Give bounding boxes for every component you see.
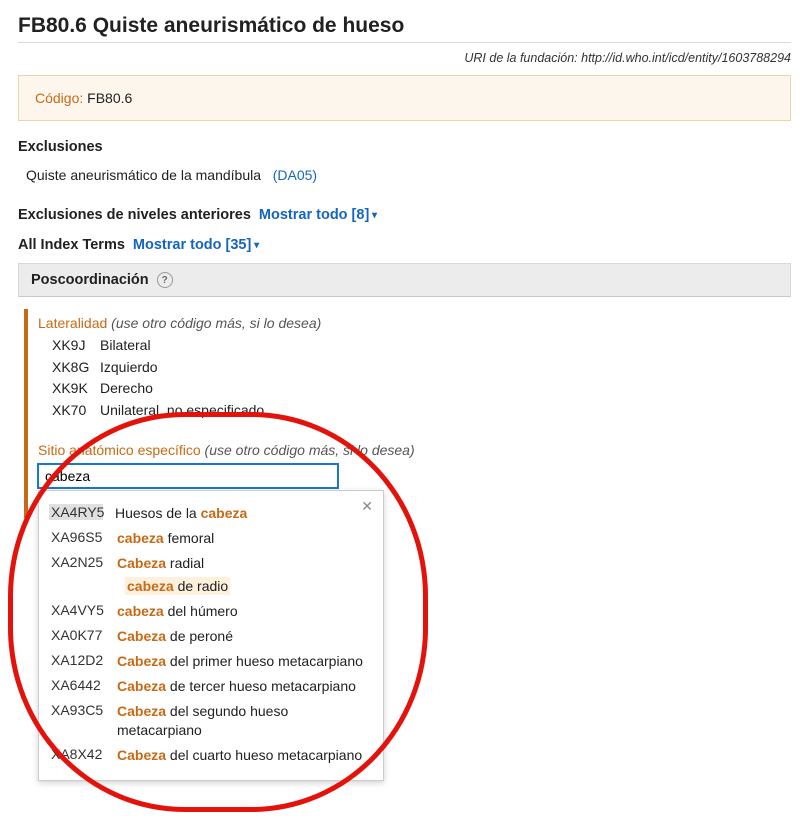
index-terms-showall-link[interactable]: Mostrar todo [35] [133, 237, 259, 253]
dropdown-item[interactable]: XA12D2 Cabeza del primer hueso metacarpia… [49, 649, 373, 674]
laterality-title: Lateralidad [38, 315, 107, 331]
code-box: Código: FB80.6 [18, 75, 791, 121]
laterality-code: XK8G [52, 357, 100, 379]
exclusions-heading: Exclusiones [18, 139, 791, 155]
site-search-dropdown: ✕ XA4RY5 Huesos de la cabeza XA96S5 cabeza … [38, 490, 384, 781]
dropdown-item[interactable]: XA4RY5 Huesos de la cabeza [49, 501, 373, 526]
laterality-section: Lateralidad (use otro código más, si lo … [38, 315, 791, 422]
dropdown-item-code: XA2N25 [51, 554, 105, 570]
dropdown-item[interactable]: XA8X42 Cabeza del cuarto hueso metacarpia… [49, 743, 373, 768]
laterality-label: Unilateral, no especificado [100, 402, 264, 418]
uri-value: http://id.who.int/icd/entity/1603788294 [581, 51, 791, 65]
laterality-item[interactable]: XK9KDerecho [52, 378, 791, 400]
dropdown-item[interactable]: XA6442 Cabeza de tercer hueso metacarpian… [49, 674, 373, 699]
site-title: Sitio anatómico específico [38, 442, 201, 458]
uri-label: URI de la fundación: [464, 51, 577, 65]
exclusion-text: Quiste aneurismático de la mandíbula [26, 167, 261, 183]
dropdown-item-code: XA93C5 [51, 702, 105, 718]
dropdown-item-label: Cabeza de peroné [117, 627, 371, 646]
dropdown-item[interactable]: XA93C5 Cabeza del segundo hueso metacarpi… [49, 699, 373, 743]
index-terms-heading-row: All Index Terms Mostrar todo [35] [18, 237, 791, 253]
site-hint: (use otro código más, si lo desea) [205, 442, 415, 458]
prior-exclusions-heading: Exclusiones de niveles anteriores [18, 207, 251, 223]
dropdown-item-label: Cabeza radial [117, 554, 371, 573]
laterality-code: XK9K [52, 378, 100, 400]
laterality-item[interactable]: XK70Unilateral, no especificado [52, 400, 791, 422]
dropdown-item[interactable]: XA0K77 Cabeza de peroné [49, 624, 373, 649]
dropdown-item[interactable]: XA96S5 cabeza femoral [49, 526, 373, 551]
exclusion-link[interactable]: (DA05) [273, 167, 317, 183]
dropdown-item-code: XA6442 [51, 677, 105, 693]
laterality-item[interactable]: XK9JBilateral [52, 335, 791, 357]
postcoordination-bar: Poscoordinación ? [18, 263, 791, 297]
dropdown-item-label: Cabeza del primer hueso metacarpiano [117, 652, 371, 671]
foundation-uri: URI de la fundación: http://id.who.int/i… [18, 51, 791, 65]
page-title: FB80.6 Quiste aneurismático de hueso [18, 14, 791, 43]
dropdown-item-code: XA96S5 [51, 529, 105, 545]
laterality-label: Derecho [100, 380, 153, 396]
postcoordination-heading: Poscoordinación [31, 272, 149, 288]
close-icon[interactable]: ✕ [361, 499, 373, 513]
dropdown-item-code: XA0K77 [51, 627, 105, 643]
help-icon[interactable]: ? [157, 272, 173, 288]
dropdown-item-code: XA8X42 [51, 746, 105, 762]
dropdown-item-code: XA4VY5 [51, 602, 105, 618]
laterality-label: Izquierdo [100, 359, 158, 375]
dropdown-item-label: Huesos de la cabeza [115, 504, 371, 523]
laterality-code: XK9J [52, 335, 100, 357]
dropdown-item[interactable]: XA2N25 Cabeza radial [49, 551, 373, 576]
laterality-label: Bilateral [100, 337, 151, 353]
dropdown-item-label: Cabeza del cuarto hueso metacarpiano [117, 746, 371, 765]
laterality-code: XK70 [52, 400, 100, 422]
dropdown-item-code: XA4RY5 [49, 504, 103, 520]
exclusion-item: Quiste aneurismático de la mandíbula (DA… [18, 163, 791, 193]
dropdown-item-label: cabeza femoral [117, 529, 371, 548]
prior-exclusions-heading-row: Exclusiones de niveles anteriores Mostra… [18, 207, 791, 223]
prior-exclusions-showall-link[interactable]: Mostrar todo [8] [259, 207, 377, 223]
dropdown-item-label: cabeza del húmero [117, 602, 371, 621]
code-label: Código: [35, 90, 83, 106]
dropdown-item-synonym[interactable]: cabeza de radio [125, 577, 230, 595]
dropdown-item-label: Cabeza de tercer hueso metacarpiano [117, 677, 371, 696]
dropdown-item-code: XA12D2 [51, 652, 105, 668]
site-search-input[interactable] [38, 464, 338, 488]
dropdown-item-label: Cabeza del segundo hueso metacarpiano [117, 702, 371, 740]
index-terms-heading: All Index Terms [18, 237, 125, 253]
dropdown-item[interactable]: XA4VY5 cabeza del húmero [49, 599, 373, 624]
site-section: Sitio anatómico específico (use otro cód… [38, 442, 791, 488]
laterality-hint: (use otro código más, si lo desea) [111, 315, 321, 331]
postcoordination-body: Lateralidad (use otro código más, si lo … [24, 309, 791, 518]
code-value: FB80.6 [87, 90, 132, 106]
laterality-item[interactable]: XK8GIzquierdo [52, 357, 791, 379]
laterality-items: XK9JBilateralXK8GIzquierdoXK9KDerechoXK7… [38, 331, 791, 422]
